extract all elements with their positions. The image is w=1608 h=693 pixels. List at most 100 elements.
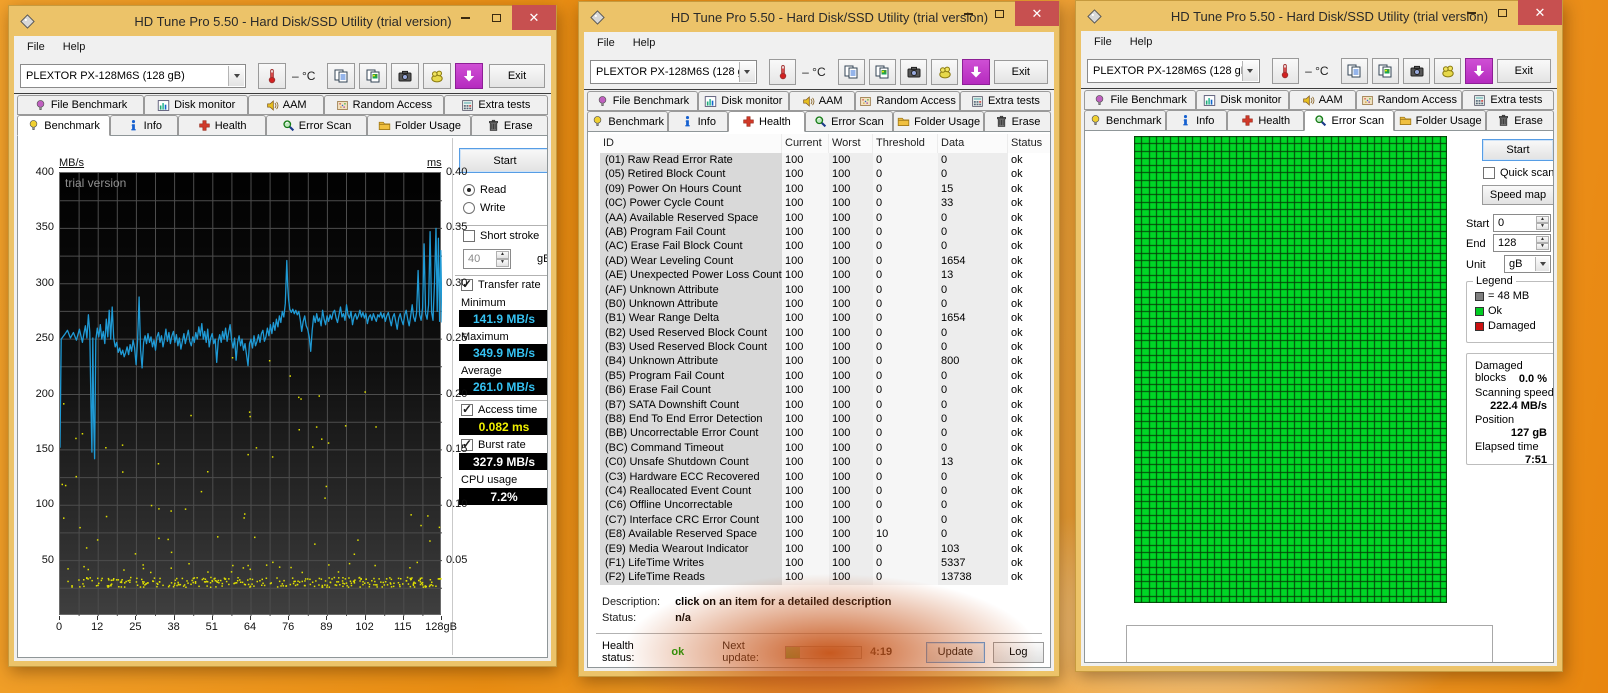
tab-error-scan[interactable]: Error Scan	[804, 111, 894, 131]
exit-button[interactable]: Exit	[489, 63, 545, 88]
screenshot-button[interactable]	[1402, 57, 1431, 84]
tab-file-benchmark[interactable]: File Benchmark	[1084, 90, 1197, 110]
tab-file-benchmark[interactable]: File Benchmark	[587, 91, 698, 111]
column-header[interactable]: ID	[600, 134, 782, 153]
table-row[interactable]: (AF) Unknown Attribute 100 100 0 0 ok	[600, 282, 1050, 297]
tab-disk-monitor[interactable]: Disk monitor	[144, 95, 249, 115]
titlebar[interactable]: HD Tune Pro 5.50 - Hard Disk/SSD Utility…	[1081, 0, 1562, 31]
spin-down-icon[interactable]: ▼	[1536, 243, 1549, 250]
titlebar[interactable]: HD Tune Pro 5.50 - Hard Disk/SSD Utility…	[14, 5, 556, 36]
tab-health[interactable]: Health	[728, 111, 805, 132]
menu-file[interactable]: File	[1085, 33, 1121, 51]
table-row[interactable]: (E8) Available Reserved Space 100 100 10 0 ok	[600, 527, 1050, 542]
start-benchmark-button[interactable]: Start	[459, 148, 547, 173]
tab-error-scan[interactable]: Error Scan	[1304, 110, 1395, 131]
table-row[interactable]: (B3) Used Reserved Block Count 100 100 0 0 ok	[600, 340, 1050, 355]
copy-image-button[interactable]	[868, 58, 897, 85]
short-stroke-size-field[interactable]: 40 ▲ ▼	[463, 249, 511, 269]
drive-selector[interactable]: PLEXTOR PX-128M6S (128 gB)	[590, 59, 757, 84]
tab-error-scan[interactable]: Error Scan	[265, 115, 368, 135]
table-row[interactable]: (F2) LifeTime Reads 100 100 0 13738 ok	[600, 570, 1050, 585]
save-results-button[interactable]	[1465, 57, 1493, 84]
read-radio[interactable]: Read	[463, 184, 506, 196]
table-row[interactable]: (C4) Reallocated Event Count 100 100 0 0 ok	[600, 483, 1050, 499]
table-row[interactable]: (C6) Offline Uncorrectable 100 100 0 0 ok	[600, 498, 1050, 513]
column-header[interactable]: Current	[782, 134, 829, 153]
exit-button[interactable]: Exit	[993, 59, 1048, 84]
minimize-button[interactable]	[450, 5, 481, 30]
table-row[interactable]: (C7) Interface CRC Error Count 100 100 0 0 ok	[600, 512, 1050, 528]
column-header[interactable]: Worst	[829, 134, 873, 153]
table-row[interactable]: (AA) Available Reserved Space 100 100 0 0 ok	[600, 210, 1050, 225]
tab-info[interactable]: Info	[1166, 110, 1228, 130]
tab-benchmark[interactable]: Benchmark	[17, 115, 111, 136]
table-row[interactable]: (B7) SATA Downshift Count 100 100 0 0 ok	[600, 397, 1050, 413]
short-stroke-checkbox[interactable]: Short stroke	[463, 230, 539, 242]
tab-erase[interactable]: Erase	[471, 115, 548, 135]
table-row[interactable]: (B6) Erase Fail Count 100 100 0 0 ok	[600, 383, 1050, 398]
speed-map-button[interactable]: Speed map	[1482, 185, 1553, 205]
exit-button[interactable]: Exit	[1496, 58, 1552, 83]
screenshot-button[interactable]	[900, 58, 928, 85]
transfer-rate-checkbox[interactable]: Transfer rate	[461, 277, 541, 291]
spinner-buttons[interactable]: ▲ ▼	[496, 251, 509, 267]
table-row[interactable]: (BB) Uncorrectable Error Count 100 100 0 0 ok	[600, 426, 1050, 441]
tab-benchmark[interactable]: Benchmark	[1084, 110, 1167, 130]
donate-button[interactable]	[931, 58, 959, 85]
drive-selector[interactable]: PLEXTOR PX-128M6S (128 gB)	[20, 63, 246, 88]
scan-start-field[interactable]: 0 ▲ ▼	[1493, 214, 1551, 232]
menu-file[interactable]: File	[588, 34, 624, 52]
copy-image-button[interactable]	[359, 62, 388, 89]
tab-health[interactable]: Health	[178, 115, 266, 135]
donate-button[interactable]	[423, 62, 452, 89]
access-time-checkbox[interactable]: Access time	[461, 402, 537, 416]
tab-erase[interactable]: Erase	[983, 111, 1051, 131]
tab-erase[interactable]: Erase	[1486, 110, 1554, 130]
spinner-buttons[interactable]: ▲ ▼	[1536, 216, 1549, 230]
tab-info[interactable]: Info	[668, 111, 729, 131]
titlebar[interactable]: HD Tune Pro 5.50 - Hard Disk/SSD Utility…	[584, 1, 1059, 32]
spin-down-icon[interactable]: ▼	[1536, 223, 1549, 230]
save-results-button[interactable]	[455, 62, 484, 89]
table-row[interactable]: (09) Power On Hours Count 100 100 0 15 ok	[600, 181, 1050, 197]
update-button[interactable]: Update	[926, 641, 985, 663]
menu-help[interactable]: Help	[1121, 33, 1162, 51]
unit-dropdown[interactable]: gB	[1504, 255, 1551, 273]
table-row[interactable]: (B5) Program Fail Count 100 100 0 0 ok	[600, 368, 1050, 384]
copy-text-button[interactable]	[1340, 57, 1368, 84]
table-row[interactable]: (C0) Unsafe Shutdown Count 100 100 0 13 ok	[600, 455, 1050, 470]
tab-disk-monitor[interactable]: Disk monitor	[697, 91, 789, 111]
close-button[interactable]: ✕	[1015, 1, 1059, 26]
table-row[interactable]: (C3) Hardware ECC Recovered 100 100 0 0 ok	[600, 469, 1050, 484]
tab-random-access[interactable]: Random Access	[855, 91, 960, 111]
tab-folder-usage[interactable]: Folder Usage	[893, 111, 984, 131]
minimize-button[interactable]	[953, 1, 984, 26]
tab-file-benchmark[interactable]: File Benchmark	[17, 95, 145, 115]
spin-up-icon[interactable]: ▲	[1536, 216, 1549, 223]
scan-end-field[interactable]: 128 ▲ ▼	[1493, 234, 1551, 252]
tab-aam[interactable]: AAM	[248, 95, 325, 115]
tab-aam[interactable]: AAM	[788, 91, 856, 111]
table-row[interactable]: (B1) Wear Range Delta 100 100 0 1654 ok	[600, 311, 1050, 326]
donate-button[interactable]	[1434, 57, 1462, 84]
maximize-button[interactable]	[1487, 0, 1518, 25]
table-row[interactable]: (AB) Program Fail Count 100 100 0 0 ok	[600, 224, 1050, 240]
maximize-button[interactable]	[984, 1, 1015, 26]
tab-health[interactable]: Health	[1227, 110, 1305, 130]
write-radio[interactable]: Write	[463, 202, 505, 214]
table-row[interactable]: (01) Raw Read Error Rate 100 100 0 0 ok	[600, 153, 1050, 168]
column-header[interactable]: Data	[938, 134, 1008, 153]
table-row[interactable]: (AE) Unexpected Power Loss Count 100 100 0 1…	[600, 268, 1050, 283]
maximize-button[interactable]	[481, 5, 512, 30]
burst-rate-checkbox[interactable]: Burst rate	[461, 437, 526, 451]
column-header[interactable]: Status	[1008, 134, 1050, 153]
drive-selector[interactable]: PLEXTOR PX-128M6S (128 gB)	[1087, 58, 1260, 83]
tab-random-access[interactable]: Random Access	[1355, 90, 1462, 110]
temperature-button[interactable]	[1271, 57, 1300, 84]
table-row[interactable]: (05) Retired Block Count 100 100 0 0 ok	[600, 167, 1050, 182]
temperature-button[interactable]	[258, 62, 286, 89]
table-row[interactable]: (B0) Unknown Attribute 100 100 0 0 ok	[600, 296, 1050, 312]
spinner-buttons[interactable]: ▲ ▼	[1536, 236, 1549, 250]
tab-extra-tests[interactable]: Extra tests	[443, 95, 548, 115]
tab-extra-tests[interactable]: Extra tests	[959, 91, 1051, 111]
